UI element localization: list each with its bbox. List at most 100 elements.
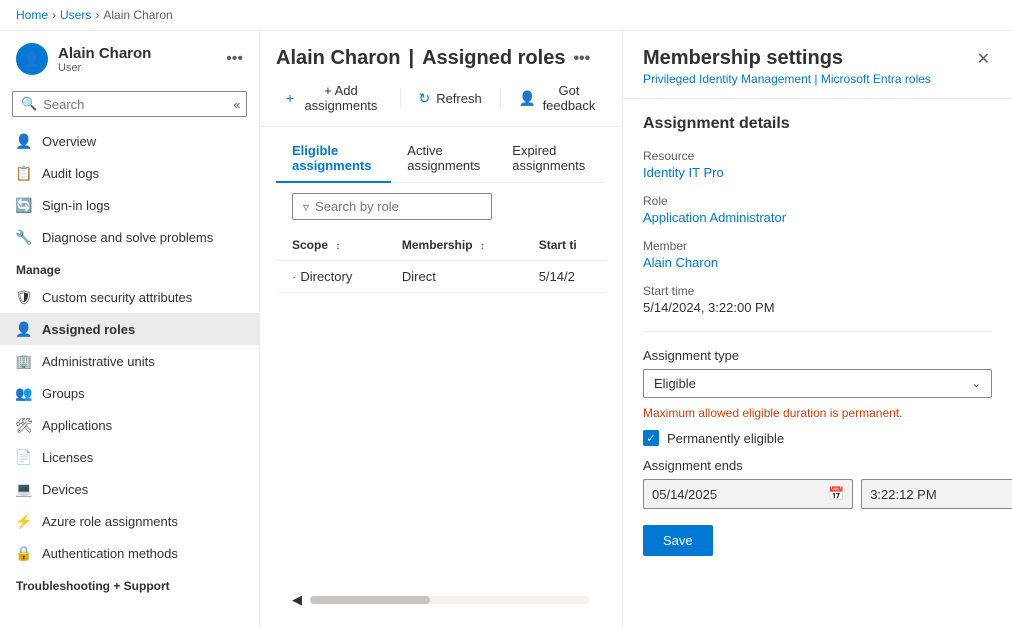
applications-icon: 🛠 <box>16 417 32 433</box>
sidebar-item-auth-methods[interactable]: 🔒 Authentication methods <box>0 537 259 569</box>
toolbar-divider <box>400 88 401 108</box>
sidebar-item-signin-logs[interactable]: 🔄 Sign-in logs <box>0 189 259 221</box>
diagnose-icon: 🔧 <box>16 229 32 245</box>
tab-active[interactable]: Active assignments <box>391 135 496 183</box>
filter-icon: ▿ <box>303 200 309 214</box>
col-scope[interactable]: Scope ↕ <box>276 230 386 261</box>
chevron-down-icon: ⌄ <box>972 377 981 390</box>
date-input[interactable] <box>652 487 828 502</box>
refresh-label: Refresh <box>436 91 482 106</box>
col-start-time[interactable]: Start ti <box>523 230 606 261</box>
sidebar-label-audit: Audit logs <box>42 166 99 181</box>
filter-input[interactable] <box>315 199 491 214</box>
admin-units-icon: 🏢 <box>16 353 32 369</box>
avatar: 👤 <box>16 43 48 75</box>
refresh-button[interactable]: ↻ Refresh <box>408 85 491 112</box>
feedback-icon: 👤 <box>518 90 535 107</box>
assignment-ends-label: Assignment ends <box>643 458 992 473</box>
add-assignments-label: + Add assignments <box>300 83 382 113</box>
time-input-box[interactable] <box>861 479 1012 509</box>
refresh-icon: ↻ <box>418 90 430 107</box>
sidebar-item-applications[interactable]: 🛠 Applications <box>0 409 259 441</box>
scroll-thumb[interactable] <box>310 596 430 604</box>
sidebar-item-custom-security[interactable]: 🛡 Custom security attributes <box>0 281 259 313</box>
sidebar-item-admin-units[interactable]: 🏢 Administrative units <box>0 345 259 377</box>
user-role-label: User <box>58 62 151 74</box>
sidebar-item-assigned-roles[interactable]: 👤 Assigned roles <box>0 313 259 345</box>
sidebar-item-overview[interactable]: 👤 Overview <box>0 125 259 157</box>
breadcrumb-home[interactable]: Home <box>16 8 48 22</box>
more-options-icon[interactable]: ••• <box>226 50 243 68</box>
toolbar-divider2 <box>500 88 501 108</box>
calendar-icon[interactable]: 📅 <box>828 486 844 502</box>
breadcrumb-current: Alain Charon <box>103 8 172 22</box>
resource-value[interactable]: Identity IT Pro <box>643 165 992 180</box>
sidebar-item-groups[interactable]: 👥 Groups <box>0 377 259 409</box>
feedback-button[interactable]: 👤 Got feedback <box>508 78 606 118</box>
licenses-icon: 📄 <box>16 449 32 465</box>
assigned-roles-icon: 👤 <box>16 321 32 337</box>
auth-icon: 🔒 <box>16 545 32 561</box>
page-header: Alain Charon | Assigned roles ••• + + Ad… <box>260 31 622 127</box>
sidebar-label-custom-security: Custom security attributes <box>42 290 192 305</box>
cell-scope: ·Directory <box>276 261 386 293</box>
sidebar-label-assigned-roles: Assigned roles <box>42 322 135 337</box>
permanently-eligible-row[interactable]: ✓ Permanently eligible <box>643 430 992 446</box>
add-icon: + <box>286 90 294 106</box>
check-icon: ✓ <box>646 432 655 445</box>
permanently-eligible-label: Permanently eligible <box>667 431 784 446</box>
user-name-title: Alain Charon <box>276 47 400 70</box>
sidebar-label-overview: Overview <box>42 134 96 149</box>
more-menu-icon[interactable]: ••• <box>573 50 590 68</box>
time-input[interactable] <box>870 487 1012 502</box>
panel-close-button[interactable]: ✕ <box>975 47 992 71</box>
search-input[interactable] <box>43 97 219 112</box>
membership-settings-panel: Membership settings Privileged Identity … <box>622 31 1012 628</box>
collapse-icon[interactable]: « <box>233 97 240 112</box>
col-membership[interactable]: Membership ↕ <box>386 230 523 261</box>
cell-membership: Direct <box>386 261 523 293</box>
sidebar-label-azure: Azure role assignments <box>42 514 178 529</box>
start-time-value: 5/14/2024, 3:22:00 PM <box>643 300 992 315</box>
save-button[interactable]: Save <box>643 525 713 556</box>
table-row[interactable]: ·Directory Direct 5/14/2 <box>276 261 606 293</box>
role-title: Assigned roles <box>422 47 565 70</box>
user-header: 👤 Alain Charon User ••• <box>0 31 259 87</box>
scroll-track[interactable] <box>310 596 590 604</box>
custom-security-icon: 🛡 <box>16 289 32 305</box>
sidebar-item-licenses[interactable]: 📄 Licenses <box>0 441 259 473</box>
tab-expired[interactable]: Expired assignments <box>496 135 606 183</box>
date-input-box[interactable]: 📅 <box>643 479 853 509</box>
permanently-eligible-checkbox[interactable]: ✓ <box>643 430 659 446</box>
search-icon: 🔍 <box>21 96 37 112</box>
devices-icon: 💻 <box>16 481 32 497</box>
sidebar-item-diagnose[interactable]: 🔧 Diagnose and solve problems <box>0 221 259 253</box>
search-box[interactable]: 🔍 « <box>12 91 247 117</box>
role-label: Role <box>643 194 992 208</box>
audit-icon: 📋 <box>16 165 32 181</box>
toolbar: + + Add assignments ↻ Refresh 👤 Got feed… <box>276 70 606 118</box>
assignments-table: Scope ↕ Membership ↕ Start ti <box>276 230 606 293</box>
groups-icon: 👥 <box>16 385 32 401</box>
start-time-label: Start time <box>643 284 992 298</box>
add-assignments-button[interactable]: + + Add assignments <box>276 78 392 118</box>
member-value[interactable]: Alain Charon <box>643 255 992 270</box>
filter-input-box[interactable]: ▿ <box>292 193 492 220</box>
breadcrumb-users[interactable]: Users <box>60 8 91 22</box>
tab-eligible[interactable]: Eligible assignments <box>276 135 391 183</box>
resource-field: Resource Identity IT Pro <box>643 149 992 180</box>
section-divider <box>643 331 992 332</box>
horizontal-scrollbar[interactable]: ◀ <box>276 588 606 612</box>
sidebar-item-azure-roles[interactable]: ⚡ Azure role assignments <box>0 505 259 537</box>
scroll-left-icon[interactable]: ◀ <box>292 592 302 608</box>
sidebar-label-signin: Sign-in logs <box>42 198 110 213</box>
sidebar-item-devices[interactable]: 💻 Devices <box>0 473 259 505</box>
table-container: Scope ↕ Membership ↕ Start ti <box>276 230 606 588</box>
cell-start: 5/14/2 <box>523 261 606 293</box>
sidebar-item-audit-logs[interactable]: 📋 Audit logs <box>0 157 259 189</box>
page-title: Alain Charon | Assigned roles ••• <box>276 47 606 70</box>
assignment-type-dropdown[interactable]: Eligible ⌄ <box>643 369 992 398</box>
troubleshoot-section-label: Troubleshooting + Support <box>0 569 259 597</box>
sidebar-label-admin-units: Administrative units <box>42 354 155 369</box>
role-value[interactable]: Application Administrator <box>643 210 992 225</box>
